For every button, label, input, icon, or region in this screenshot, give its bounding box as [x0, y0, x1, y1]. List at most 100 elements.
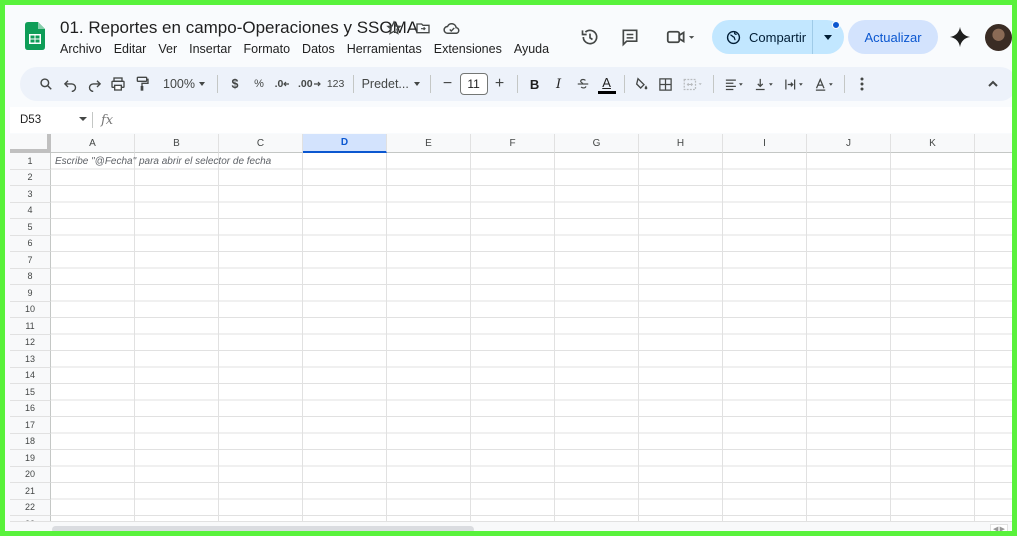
bold-button[interactable]: B — [523, 71, 547, 97]
row-header[interactable]: 1 — [10, 153, 51, 170]
column-header-k[interactable]: K — [891, 134, 975, 153]
scroll-arrows[interactable]: ◀ ▶ — [990, 524, 1008, 531]
row-header[interactable]: 14 — [10, 367, 51, 384]
row-header[interactable]: 12 — [10, 334, 51, 351]
menu-archivo[interactable]: Archivo — [60, 42, 108, 56]
column-header-h[interactable]: H — [639, 134, 723, 153]
row-header[interactable]: 2 — [10, 169, 51, 186]
percent-format-button[interactable]: % — [247, 71, 271, 97]
share-options-button[interactable] — [813, 20, 843, 54]
horizontal-align-icon[interactable] — [719, 71, 749, 97]
menu-extensiones[interactable]: Extensiones — [434, 42, 508, 56]
toolbar: 100% $ % .0 .00 123 Predet... − 11 + B I — [20, 67, 1012, 101]
borders-icon[interactable] — [654, 71, 678, 97]
print-icon[interactable] — [106, 71, 130, 97]
spreadsheet-grid[interactable]: A B C D E F G H I J K L 1 2 3 4 5 6 7 8 … — [10, 134, 1012, 521]
row-header[interactable]: 20 — [10, 466, 51, 483]
menu-herramientas[interactable]: Herramientas — [347, 42, 428, 56]
scroll-left-icon[interactable]: ◀ — [993, 525, 998, 531]
search-menus-icon[interactable] — [34, 71, 58, 97]
row-header[interactable]: 9 — [10, 285, 51, 302]
column-header-d[interactable]: D — [303, 134, 387, 153]
row-header[interactable]: 13 — [10, 351, 51, 368]
share-button[interactable]: Compartir — [712, 20, 813, 54]
zoom-select[interactable]: 100% — [160, 71, 212, 97]
column-header-e[interactable]: E — [387, 134, 471, 153]
cell-area[interactable]: Escribe "@Fecha" para abrir el selector … — [51, 153, 1012, 521]
row-header[interactable]: 4 — [10, 202, 51, 219]
app-frame: 01. Reportes en campo-Operaciones y SSOM… — [0, 0, 1017, 536]
undo-icon[interactable] — [58, 71, 82, 97]
column-header-j[interactable]: J — [807, 134, 891, 153]
menu-ayuda[interactable]: Ayuda — [514, 42, 555, 56]
caret-down-icon — [79, 117, 87, 121]
column-header-a[interactable]: A — [51, 134, 135, 153]
user-avatar[interactable] — [985, 24, 1012, 51]
paint-format-icon[interactable] — [130, 71, 154, 97]
menu-formato[interactable]: Formato — [244, 42, 297, 56]
font-size-input[interactable]: 11 — [459, 73, 488, 95]
row-header[interactable]: 16 — [10, 400, 51, 417]
google-sheets-icon[interactable] — [25, 22, 45, 50]
row-header[interactable]: 19 — [10, 450, 51, 467]
video-call-icon[interactable] — [661, 22, 701, 52]
decrease-font-size-button[interactable]: − — [436, 71, 460, 97]
fill-color-icon[interactable] — [630, 71, 654, 97]
name-box[interactable]: D53 — [10, 110, 92, 130]
number-format-button[interactable]: 123 — [324, 71, 348, 97]
column-header-i[interactable]: I — [723, 134, 807, 153]
menu-datos[interactable]: Datos — [302, 42, 341, 56]
horizontal-scrollbar[interactable]: ◀ ▶ — [10, 521, 1012, 531]
column-header-l[interactable]: L — [975, 134, 1012, 153]
select-all-corner[interactable] — [10, 134, 51, 153]
document-title[interactable]: 01. Reportes en campo-Operaciones y SSOM… — [60, 18, 418, 38]
more-options-icon[interactable] — [850, 71, 874, 97]
vertical-align-icon[interactable] — [749, 71, 779, 97]
row-header[interactable]: 3 — [10, 186, 51, 203]
text-rotation-icon[interactable] — [809, 71, 839, 97]
row-header[interactable]: 15 — [10, 384, 51, 401]
history-icon[interactable] — [575, 22, 605, 52]
header-actions — [575, 20, 701, 54]
increase-font-size-button[interactable]: + — [488, 71, 512, 97]
update-button[interactable]: Actualizar — [848, 20, 938, 54]
scroll-right-icon[interactable]: ▶ — [1000, 525, 1005, 531]
gemini-sparkle-icon[interactable] — [949, 26, 971, 48]
scrollbar-thumb[interactable] — [52, 526, 474, 531]
row-header[interactable]: 22 — [10, 499, 51, 516]
row-header[interactable]: 6 — [10, 235, 51, 252]
strikethrough-icon[interactable] — [571, 71, 595, 97]
redo-icon[interactable] — [82, 71, 106, 97]
comments-icon[interactable] — [615, 22, 645, 52]
cloud-status-icon[interactable] — [443, 19, 461, 37]
text-color-button[interactable]: A — [595, 71, 619, 97]
column-header-c[interactable]: C — [219, 134, 303, 153]
caret-down-icon — [824, 35, 832, 40]
row-header[interactable]: 18 — [10, 433, 51, 450]
increase-decimal-button[interactable]: .00 — [295, 71, 324, 97]
star-icon[interactable] — [385, 19, 403, 37]
text-wrapping-icon[interactable] — [779, 71, 809, 97]
row-header[interactable]: 8 — [10, 268, 51, 285]
row-headers: 1 2 3 4 5 6 7 8 9 10 11 12 13 14 15 16 1… — [10, 153, 51, 521]
column-header-b[interactable]: B — [135, 134, 219, 153]
font-family-select[interactable]: Predet... — [359, 71, 425, 97]
menu-insertar[interactable]: Insertar — [189, 42, 237, 56]
row-header[interactable]: 7 — [10, 252, 51, 269]
toolbar-divider — [216, 75, 218, 93]
menu-ver[interactable]: Ver — [158, 42, 183, 56]
row-header[interactable]: 17 — [10, 417, 51, 434]
currency-format-button[interactable]: $ — [223, 71, 247, 97]
menu-editar[interactable]: Editar — [114, 42, 153, 56]
row-header[interactable]: 21 — [10, 483, 51, 500]
italic-button[interactable]: I — [547, 71, 571, 97]
decrease-decimal-button[interactable]: .0 — [271, 71, 295, 97]
row-header[interactable]: 5 — [10, 219, 51, 236]
move-to-folder-icon[interactable] — [414, 19, 432, 37]
row-header[interactable]: 10 — [10, 301, 51, 318]
menu-bar: Archivo Editar Ver Insertar Formato Dato… — [60, 42, 561, 56]
column-header-g[interactable]: G — [555, 134, 639, 153]
row-header[interactable]: 11 — [10, 318, 51, 335]
collapse-toolbar-icon[interactable] — [981, 71, 1005, 97]
column-header-f[interactable]: F — [471, 134, 555, 153]
